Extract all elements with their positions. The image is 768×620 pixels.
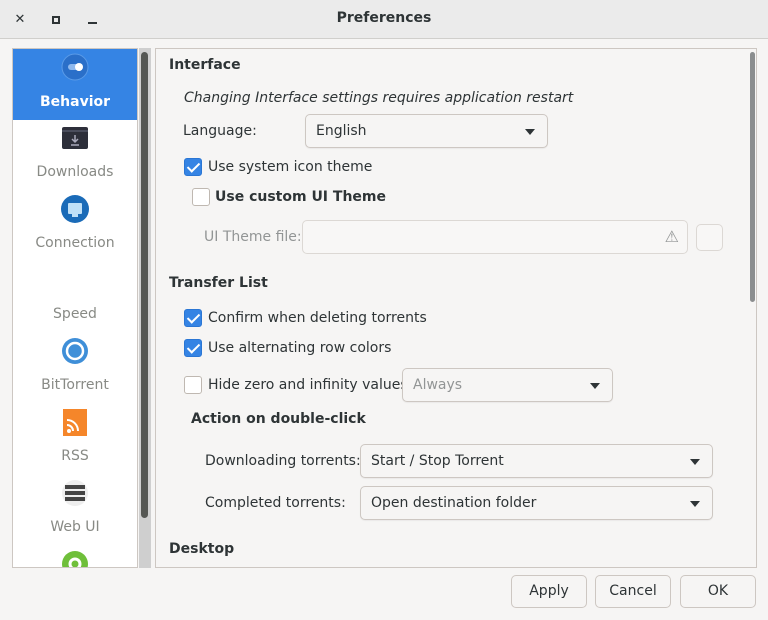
double-click-heading: Action on double-click — [191, 411, 366, 427]
confirm-delete-label: Confirm when deleting torrents — [208, 310, 427, 326]
sidebar-item-rss[interactable]: RSS — [13, 404, 137, 475]
sidebar-item-label: RSS — [61, 448, 89, 464]
network-icon — [61, 195, 89, 223]
custom-ui-theme-label: Use custom UI Theme — [215, 189, 386, 205]
sidebar-item-downloads[interactable]: Downloads — [13, 120, 137, 191]
toggle-icon — [61, 53, 89, 81]
downloading-action-select[interactable]: Start / Stop Torrent — [360, 444, 713, 478]
restart-note: Changing Interface settings requires app… — [184, 90, 574, 106]
confirm-delete-checkbox[interactable] — [184, 309, 202, 327]
chevron-down-icon — [525, 129, 535, 135]
globe-icon — [62, 338, 88, 364]
download-folder-icon — [62, 127, 88, 149]
sidebar-item-label: Behavior — [39, 94, 111, 110]
sidebar-item-label: Speed — [53, 306, 97, 322]
window-title: Preferences — [336, 10, 432, 26]
gear-icon — [62, 551, 88, 567]
rss-icon — [63, 409, 87, 436]
browse-button[interactable] — [696, 224, 723, 251]
system-icon-theme-label: Use system icon theme — [208, 159, 373, 175]
hide-zero-checkbox[interactable] — [184, 376, 202, 394]
hide-zero-label: Hide zero and infinity values — [208, 377, 408, 393]
section-transfer-list: Transfer List — [169, 275, 268, 291]
theme-file-label: UI Theme file: — [204, 229, 302, 245]
theme-file-input[interactable]: ⚠ — [302, 220, 688, 254]
completed-action-select[interactable]: Open destination folder — [360, 486, 713, 520]
system-icon-theme-checkbox[interactable] — [184, 158, 202, 176]
hide-zero-value: Always — [413, 377, 463, 393]
section-interface: Interface — [169, 57, 241, 73]
hide-zero-select[interactable]: Always — [402, 368, 613, 402]
chevron-down-icon — [690, 459, 700, 465]
section-desktop: Desktop — [169, 541, 235, 557]
sidebar-item-label: Downloads — [36, 164, 114, 180]
language-value: English — [316, 123, 367, 139]
content-scrollbar-thumb[interactable] — [750, 52, 755, 302]
apply-button[interactable]: Apply — [511, 575, 587, 608]
sidebar-scrollbar-thumb[interactable] — [141, 52, 148, 518]
sidebar-item-label: Web UI — [50, 519, 100, 535]
sidebar-item-connection[interactable]: Connection — [13, 191, 137, 262]
ok-button[interactable]: OK — [680, 575, 756, 608]
custom-ui-theme-checkbox[interactable] — [192, 188, 210, 206]
chevron-down-icon — [690, 501, 700, 507]
cancel-button[interactable]: Cancel — [595, 575, 671, 608]
language-label: Language: — [183, 123, 257, 139]
sidebar-item-advanced[interactable] — [13, 546, 137, 567]
warning-icon: ⚠ — [664, 227, 679, 246]
downloading-label: Downloading torrents: — [205, 453, 361, 469]
sidebar-item-bittorrent[interactable]: BitTorrent — [13, 333, 137, 404]
sidebar-item-label: BitTorrent — [41, 377, 109, 393]
chevron-down-icon — [590, 383, 600, 389]
completed-action-value: Open destination folder — [371, 495, 537, 511]
sidebar-item-label: Connection — [35, 235, 115, 251]
server-icon — [62, 480, 88, 506]
downloading-action-value: Start / Stop Torrent — [371, 453, 504, 469]
sidebar-item-behavior[interactable]: Behavior — [13, 49, 137, 120]
alt-rows-label: Use alternating row colors — [208, 340, 392, 356]
completed-label: Completed torrents: — [205, 495, 346, 511]
sidebar-item-speed[interactable]: Speed — [13, 262, 137, 333]
alt-rows-checkbox[interactable] — [184, 339, 202, 357]
sidebar: Behavior Downloads Connection Speed BitT… — [12, 48, 138, 568]
sidebar-item-web-ui[interactable]: Web UI — [13, 475, 137, 546]
language-select[interactable]: English — [305, 114, 548, 148]
